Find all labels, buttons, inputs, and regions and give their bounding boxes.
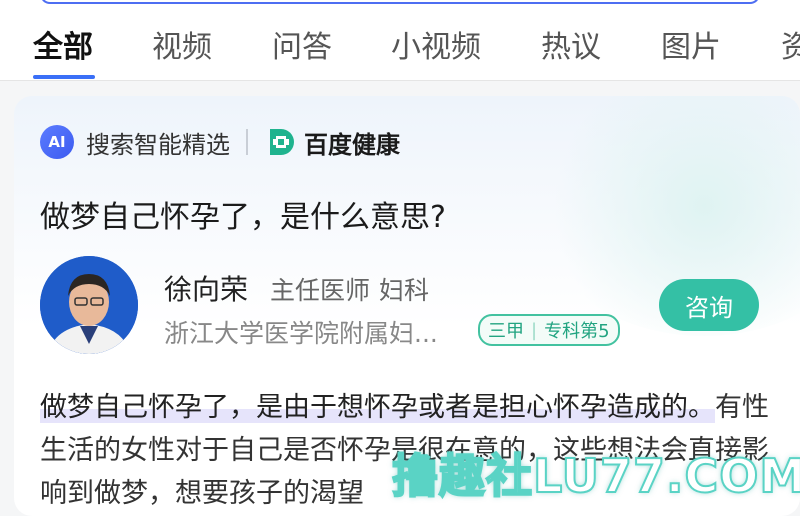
doctor-avatar[interactable] bbox=[40, 256, 138, 354]
tab-bar: 全部 视频 问答 小视频 热议 图片 资 bbox=[0, 6, 800, 80]
doctor-hospital: 浙江大学医学院附属妇... bbox=[164, 319, 438, 348]
tab-video[interactable]: 视频 bbox=[152, 22, 212, 66]
hospital-rank-badge: 三甲 | 专科第5 bbox=[478, 314, 620, 346]
doctor-department: 妇科 bbox=[379, 276, 430, 305]
rank-specialty: 专科第5 bbox=[544, 321, 610, 342]
doctor-title: 主任医师 bbox=[270, 276, 371, 305]
divider bbox=[0, 80, 800, 81]
health-cross-icon bbox=[270, 129, 294, 155]
tab-active-indicator bbox=[33, 75, 95, 79]
brand-divider bbox=[246, 129, 248, 155]
consult-button[interactable]: 咨询 bbox=[659, 279, 759, 331]
answer-highlight: 做梦自己怀孕了，是由于想怀孕或者是担心怀孕造成的。 bbox=[40, 392, 715, 423]
doctor-name[interactable]: 徐向荣 bbox=[164, 268, 248, 308]
rank-separator: | bbox=[531, 319, 538, 341]
tab-images[interactable]: 图片 bbox=[661, 22, 721, 66]
tab-short-video[interactable]: 小视频 bbox=[391, 22, 481, 66]
brand-label: 搜索智能精选 bbox=[86, 130, 230, 159]
health-brand-label: 百度健康 bbox=[304, 130, 400, 159]
doctor-photo-icon bbox=[40, 256, 138, 354]
tab-all[interactable]: 全部 bbox=[33, 22, 93, 66]
tab-discussion[interactable]: 热议 bbox=[541, 22, 601, 66]
tab-more[interactable]: 资 bbox=[781, 22, 800, 66]
question-title[interactable]: 做梦自己怀孕了，是什么意思? bbox=[40, 192, 446, 236]
card-brand-row: AI 搜索智能精选 百度健康 bbox=[40, 124, 400, 160]
tab-qa[interactable]: 问答 bbox=[272, 22, 332, 66]
ai-logo-icon: AI bbox=[40, 125, 74, 159]
rank-level: 三甲 bbox=[488, 321, 524, 342]
site-watermark: 撸趣社LU77.COM bbox=[391, 448, 800, 504]
